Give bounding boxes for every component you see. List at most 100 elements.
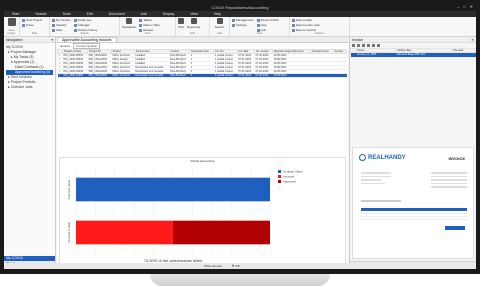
table-cell: [451, 52, 476, 57]
close-project-button[interactable]: Close: [22, 23, 47, 27]
folder-icon: [73, 18, 77, 22]
quarter-select[interactable]: Current Quarter: [73, 43, 101, 49]
changes-icon: [73, 23, 77, 27]
legend-label: Approved: [283, 180, 296, 184]
text-line: [431, 182, 467, 184]
navigation-tree: My COGIX ▸ Project Manager ▸ My Tasks (3…: [4, 43, 55, 92]
table-cell: [310, 73, 334, 78]
ribbon: Open project New Project Close Start By …: [4, 17, 476, 37]
legend-label: Contract Value: [283, 170, 303, 174]
text-line: [361, 175, 391, 177]
bar-approved: [173, 220, 270, 245]
address-block: [361, 170, 391, 186]
tables-button[interactable]: Tables: [139, 18, 160, 22]
invoice-heading: INVOICE: [448, 156, 465, 161]
table-cell: 07.02.2024: [254, 73, 273, 78]
table-icon: [139, 18, 143, 22]
text-line: [431, 175, 467, 177]
text-line: [361, 179, 381, 181]
ribbon-group-view: Management Settings About COGIX Help Qui…: [230, 17, 290, 36]
close-button[interactable]: ✕: [470, 4, 473, 9]
ribbon-group-start: New Project Close Start: [20, 17, 50, 36]
table-cell: 1: [189, 73, 214, 78]
text-line: [361, 182, 385, 184]
title-bar: COGIX Repositories/Accounting – □ ✕: [4, 3, 476, 11]
window-title: COGIX Repositories/Accounting: [211, 4, 269, 10]
minimize-button[interactable]: –: [457, 4, 459, 9]
management-icon: [232, 18, 235, 22]
table-cell: [333, 73, 347, 78]
refresh-icon[interactable]: [372, 44, 375, 47]
folder-key-button[interactable]: Folder key: [73, 18, 98, 22]
reporting-label: Reporting: [187, 25, 201, 29]
close-icon: [22, 23, 25, 27]
table-cell: Diva Brothers: [169, 73, 190, 78]
pin-icon[interactable]: ▾: [51, 38, 53, 42]
close-icon[interactable]: ✕: [471, 38, 474, 42]
text-line: [431, 179, 467, 181]
status-item[interactable]: ⚑ 2/8: [232, 264, 240, 268]
main-area: Approvable Accounting Invoices Quarter C…: [57, 37, 348, 269]
add-icon[interactable]: [352, 44, 355, 47]
text-line: [431, 172, 467, 174]
management-button[interactable]: Management: [232, 18, 254, 22]
save-icon[interactable]: [362, 44, 365, 47]
invoice-panel-title: Invoice: [352, 38, 364, 42]
chart-container: Partial accounting Contract Value Invoice…: [59, 157, 346, 267]
ribbon-caption: Search: [80, 32, 89, 35]
export-table-button[interactable]: Export table: [292, 18, 347, 22]
open-icon[interactable]: [357, 44, 360, 47]
status-item[interactable]: Office Events: [204, 264, 222, 268]
text-line: [361, 172, 391, 174]
export-icon: [292, 18, 295, 22]
reporting-icon[interactable]: [190, 18, 197, 24]
table-cell: 07.01.2024: [237, 73, 255, 78]
ribbon-group-add: Search Add: [210, 17, 230, 36]
navigation-icon[interactable]: [126, 18, 133, 24]
export-icon: [292, 23, 295, 27]
print-icon[interactable]: [178, 18, 185, 24]
export-view-button[interactable]: Export entire view: [292, 23, 347, 27]
settings-button[interactable]: Settings: [232, 23, 254, 27]
filter-label: Quarter: [60, 44, 71, 48]
invoice-items-table: [361, 208, 467, 220]
table-cell: Description and remarks: [134, 73, 170, 78]
open-project-icon[interactable]: [7, 18, 16, 26]
table-row[interactable]: ✓ IPG_2030-00006 IND_Office0006 Office Furn…: [57, 73, 347, 78]
about-button[interactable]: About COGIX: [256, 18, 279, 22]
file-row[interactable]: Invoice_Nr_0001 Microsoft Edge PDF Doc: [350, 52, 476, 57]
table-cell: Microsoft Edge PDF Doc: [395, 52, 452, 57]
classify-button[interactable]: Classify: [52, 23, 71, 27]
new-project-button[interactable]: New Project: [22, 18, 47, 22]
invoice-panel: Invoice ✕ Name Activity date File path Inv…: [349, 37, 476, 269]
search-icon[interactable]: [216, 18, 223, 24]
ribbon-caption: Open project: [7, 29, 16, 35]
bar-contract-value: [76, 177, 270, 202]
tab-approvable-invoices[interactable]: Approvable Accounting Invoices: [57, 37, 117, 42]
invoice-item-row: [361, 217, 467, 220]
bar-invoiced: [76, 220, 173, 245]
table-cell: 10.05.2024: [272, 73, 311, 78]
changes-button[interactable]: Changes: [73, 23, 98, 27]
legend-swatch: [278, 170, 281, 173]
maximize-button[interactable]: □: [463, 4, 465, 9]
data-in-tabs-button[interactable]: Data in Tabs: [139, 23, 160, 27]
tree-item[interactable]: ▸ Overdue Jobs: [6, 85, 53, 90]
ribbon-caption: Tools: [144, 32, 151, 35]
table-cell: Invoice_Nr_0001: [356, 52, 396, 57]
by-owners-button[interactable]: By Owners: [52, 18, 71, 22]
delete-icon[interactable]: [367, 44, 370, 47]
navigation-pane: Navigation ▾ My COGIX ▸ Project Manager …: [4, 37, 56, 269]
ribbon-group-tools: Navigation Tables Data in Tabs Reload To…: [120, 17, 176, 36]
print-icon[interactable]: [377, 44, 380, 47]
ribbon-caption: Add: [217, 32, 222, 35]
info-icon: [256, 18, 260, 22]
invoice-files-table: Name Activity date File path Invoice_Nr_00…: [350, 48, 476, 57]
brand-logo: REALHANDY: [359, 154, 406, 161]
table-cell: IPG_2030-00006: [62, 73, 88, 78]
legend-swatch: [278, 180, 281, 183]
help-button[interactable]: Help: [256, 23, 279, 27]
classify-icon: [52, 23, 55, 27]
navigation-title: Navigation: [6, 38, 23, 42]
invoice-total: [445, 226, 465, 230]
